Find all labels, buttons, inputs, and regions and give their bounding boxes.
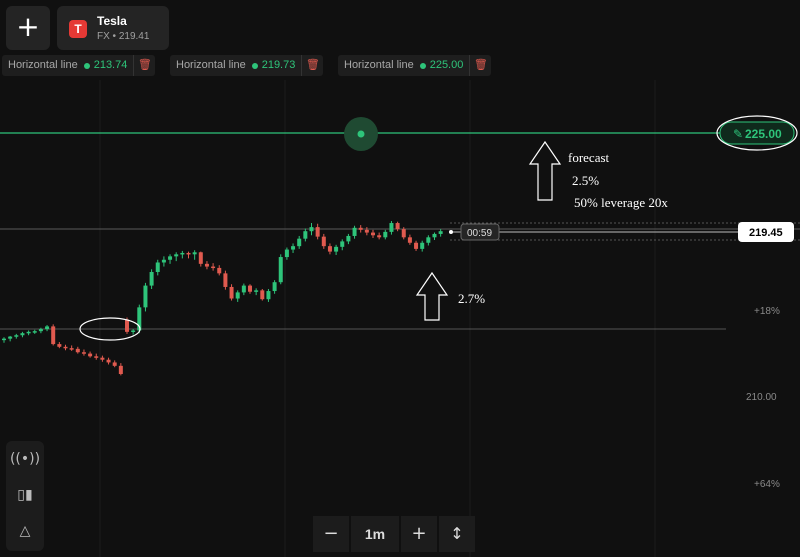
up-arrow-icon [528,140,562,201]
candle-body [8,336,13,339]
candle-body [401,229,406,238]
candle-body [2,338,6,341]
candles-icon[interactable]: ▯▮ [6,477,44,513]
candle-body [100,357,105,360]
candle-body [106,359,111,363]
candle-body [241,285,246,293]
candle-body [371,232,375,236]
annotation-forecast: forecast [568,150,610,165]
timer-text: 00:59 [467,228,492,239]
zoom-in-button[interactable]: + [401,516,437,552]
up-arrow-icon [415,271,449,321]
candle-body [297,238,302,247]
candle-body [364,229,369,233]
candle-body [38,329,43,332]
current-price-label: 219.45 [749,227,783,239]
candle-body [198,252,203,264]
candle-body [254,290,259,292]
candle-body [118,365,123,374]
axis-label: 210.00 [746,392,777,403]
candle-body [131,330,136,332]
candle-body [88,353,93,357]
candle-body [309,227,314,232]
signal-icon[interactable]: ((•)) [6,441,44,477]
candle-body [334,246,339,252]
candle-body [125,319,129,332]
candle-body [438,231,443,234]
candle-body [149,272,154,286]
candle-body [143,285,148,308]
candle-body [383,231,388,238]
candle-body [69,348,74,350]
candle-body [57,344,62,347]
last-price-dot [449,230,453,234]
annotation-percent: 2.7% [458,291,485,306]
candle-body [211,266,216,269]
line-handle[interactable] [357,130,365,138]
candle-body [284,249,289,258]
vertical-resize-icon[interactable]: ↕ [439,516,475,552]
candle-body [174,254,179,257]
candle-body [260,290,265,300]
candle-body [168,256,173,260]
candle-body [266,291,271,300]
candle-body [352,227,357,236]
candle-body [407,237,412,243]
candle-body [414,242,419,249]
candle-body [155,262,160,272]
annotation-percent: 2.5% [572,173,599,188]
side-toolbar: ((•)) ▯▮ △ [6,441,44,551]
candle-body [112,362,117,366]
candle-body [75,348,80,353]
zoom-out-button[interactable]: − [313,516,349,552]
candle-body [26,331,31,334]
candle-body [45,326,50,330]
candle-body [94,356,99,358]
candle-body [395,223,400,230]
candles [2,221,443,376]
candle-body [303,231,308,239]
candle-body [377,235,382,238]
candle-body [186,252,191,255]
candle-body [420,242,425,249]
candle-body [321,236,326,247]
candle-body [426,237,431,243]
target-price-label: 225.00 [745,127,782,141]
pencil-icon: ✎ [733,127,743,141]
timeframe-button[interactable]: 1m [351,516,399,552]
candle-body [217,267,222,274]
timeframe-bar: − 1m + ↕ [313,516,475,552]
candle-body [358,227,363,230]
candle-body [235,292,240,299]
annotation-leverage: 50% leverage 20x [574,195,668,210]
candle-body [340,241,345,247]
candle-body [432,233,437,238]
candle-body [229,286,234,299]
candle-body [63,346,68,349]
candle-body [81,352,86,354]
candle-body [223,273,228,287]
drawing-tools-icon[interactable]: △ [6,513,44,549]
axis-label: +18% [754,306,780,317]
axis-label: +64% [754,479,780,490]
candle-body [315,227,320,237]
candle-body [51,326,56,345]
candle-body [346,235,351,242]
candle-body [248,285,252,292]
candle-body [204,263,209,267]
price-chart[interactable]: ✎ 225.00 00:59 219.45 +18% 210.00 +64% f… [0,0,800,557]
candle-body [272,282,277,292]
candle-body [20,333,25,336]
candle-body [180,252,185,255]
candle-body [14,335,19,337]
candle-body [278,257,283,283]
candle-body [291,246,296,250]
candle-body [32,331,37,333]
candle-body [389,223,394,232]
candle-body [192,252,197,255]
candle-body [327,246,332,252]
candle-body [161,259,166,263]
